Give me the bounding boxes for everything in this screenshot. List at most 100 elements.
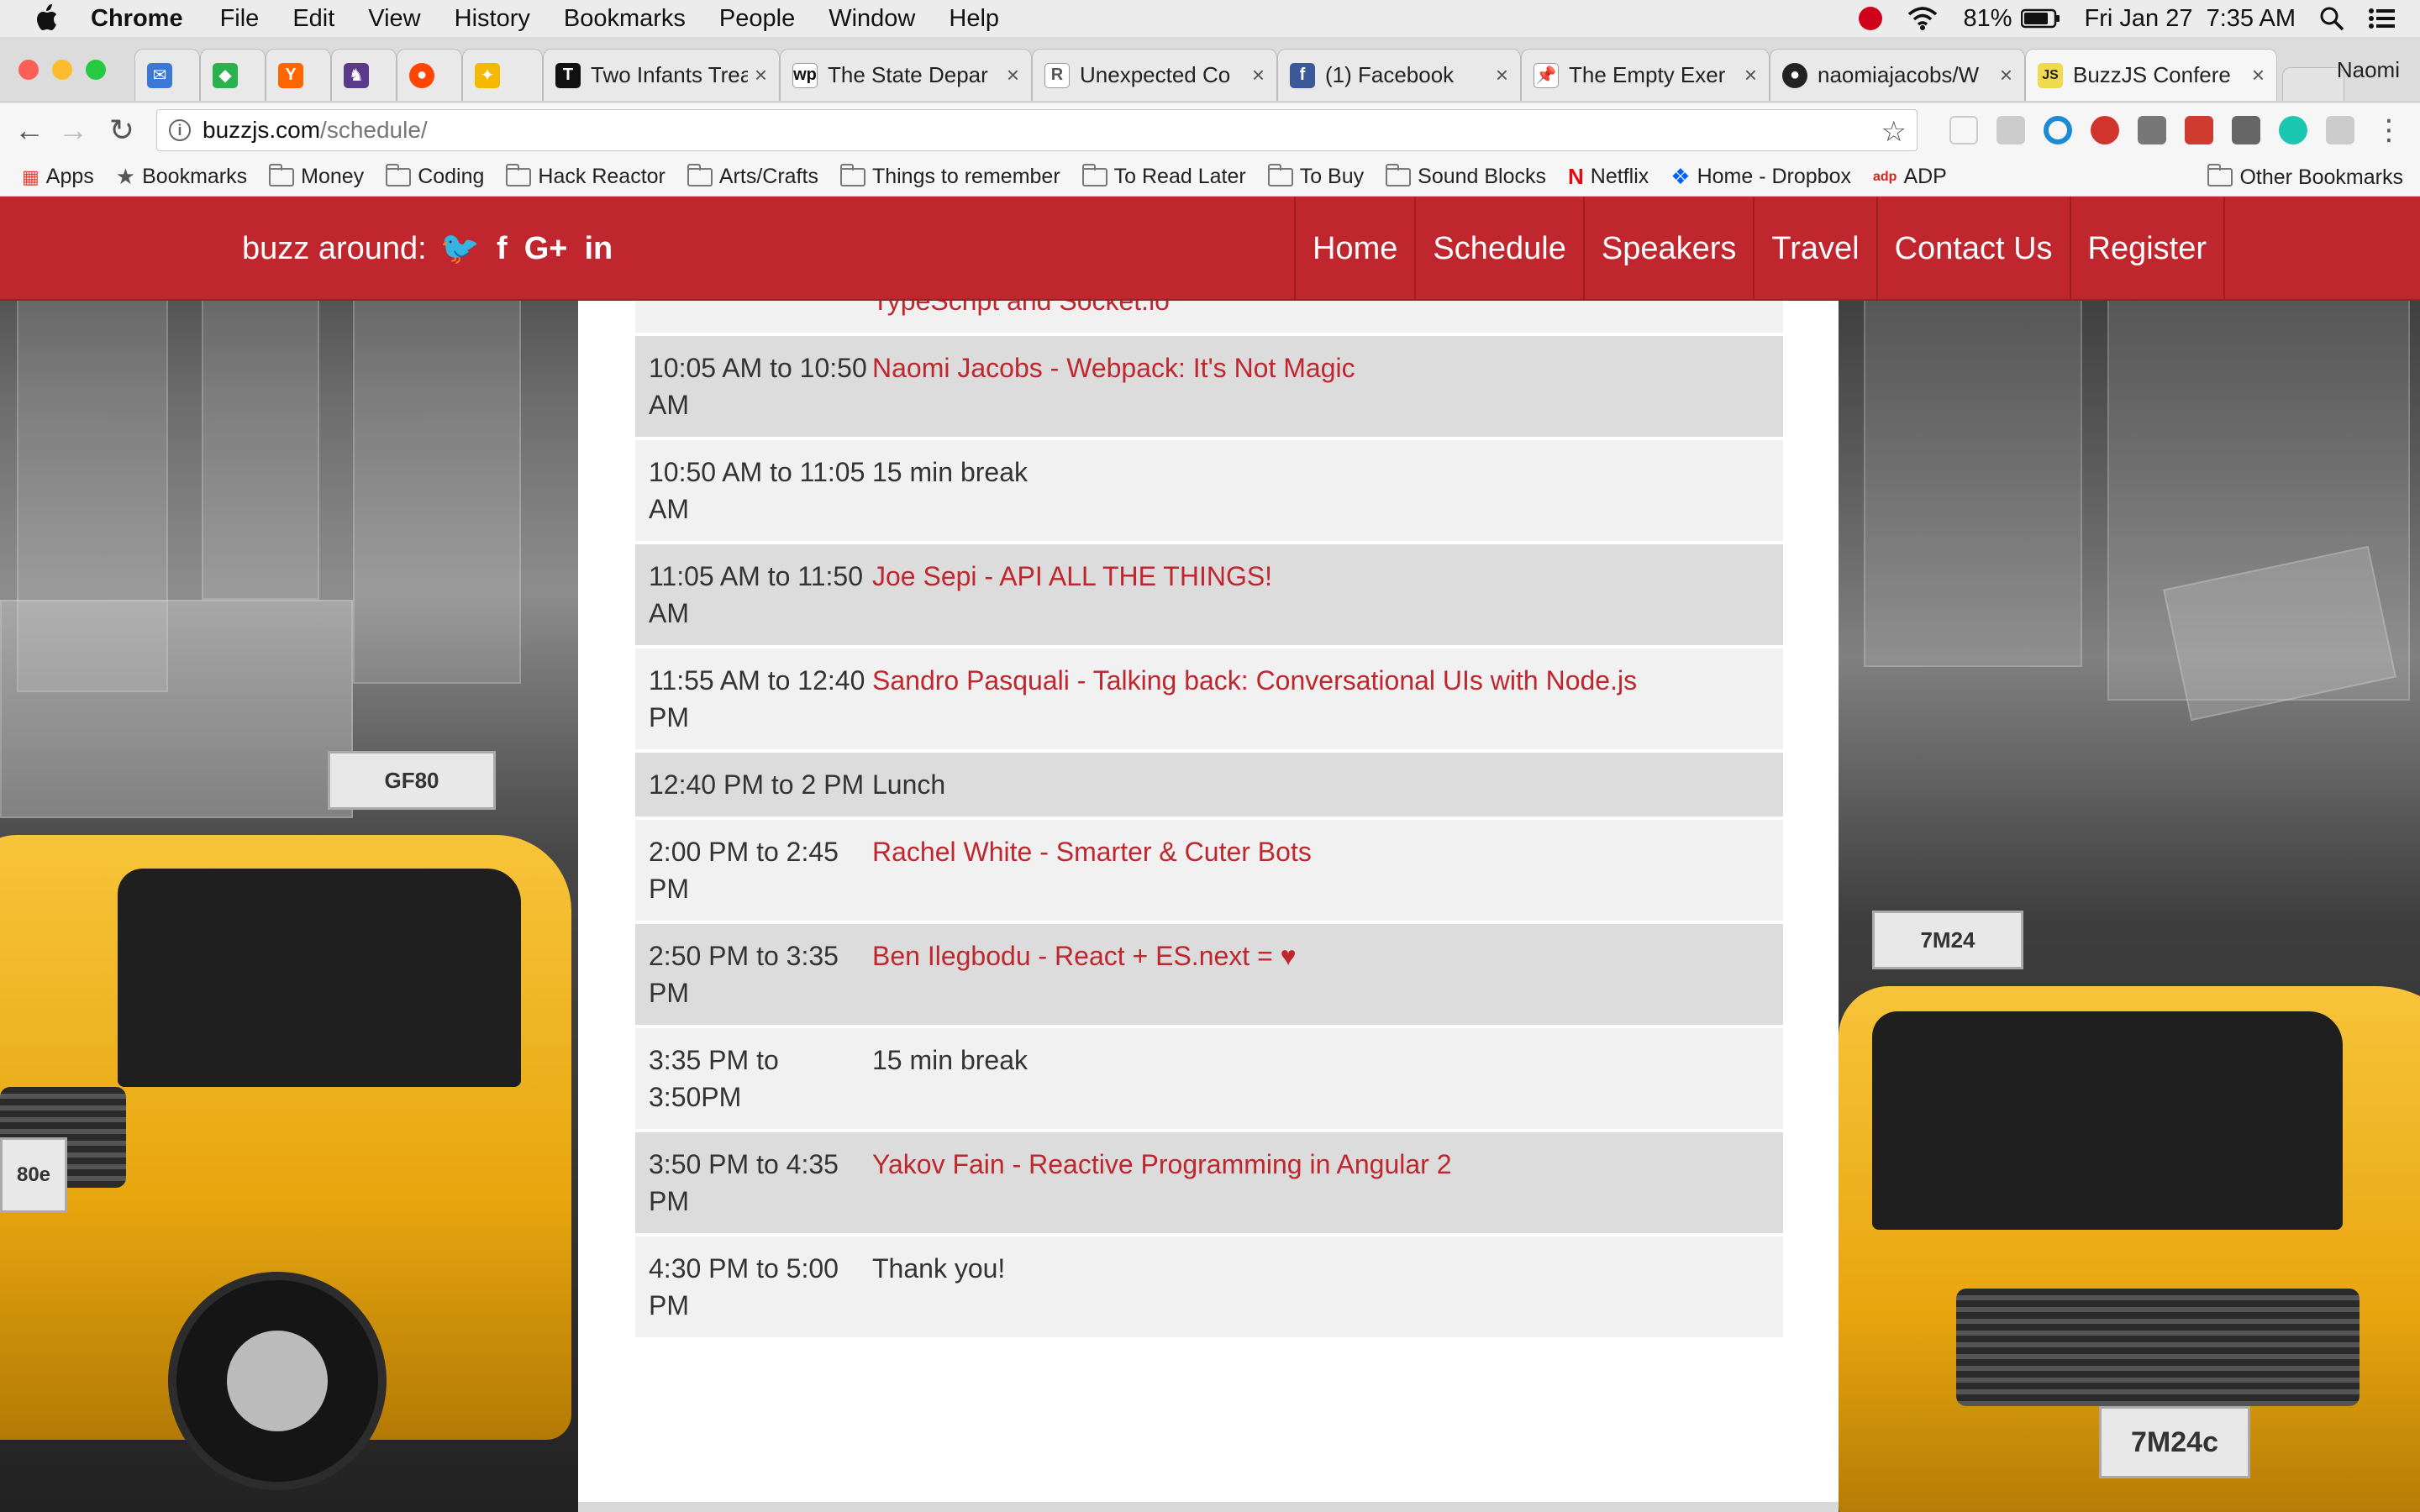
session-talk-link[interactable]: Naomi Jacobs - Webpack: It's Not Magic: [872, 336, 1783, 437]
maximize-window-button[interactable]: [86, 60, 106, 80]
battery-icon[interactable]: [2020, 8, 2061, 29]
close-window-button[interactable]: [18, 60, 39, 80]
menu-bookmarks[interactable]: Bookmarks: [564, 5, 686, 33]
table-row: 3:50 PM to 4:35 PM Yakov Fain - Reactive …: [635, 1132, 1783, 1236]
clock[interactable]: Fri Jan 27 7:35 AM: [2085, 5, 2296, 33]
forward-button[interactable]: →: [54, 111, 92, 150]
tab-lightbulb[interactable]: ✦: [462, 49, 543, 101]
tab-wolf[interactable]: ♞: [331, 49, 397, 101]
session-talk-link[interactable]: Rachel White - Smarter & Cuter Bots: [872, 820, 1783, 921]
address-bar[interactable]: i buzzjs.com/schedule/ ☆: [156, 109, 1918, 151]
tab-reddit[interactable]: ●: [397, 49, 462, 101]
site-info-icon[interactable]: i: [169, 119, 191, 141]
tab-strip: ✉ ◆ Y ♞ ● ✦ T Two Infants Trea × wp The …: [0, 37, 2420, 102]
bookmark-label: Arts/Crafts: [718, 165, 818, 188]
tab-github[interactable]: ● naomiajacobs/W ×: [1770, 49, 2025, 101]
apple-icon[interactable]: [34, 3, 62, 34]
tab-feedly[interactable]: ◆: [200, 49, 266, 101]
close-tab-icon[interactable]: ×: [2000, 62, 2012, 88]
close-tab-icon[interactable]: ×: [1744, 62, 1757, 88]
circle-extension-icon[interactable]: [2044, 116, 2072, 144]
bookmark-arts-crafts[interactable]: Arts/Crafts: [687, 163, 818, 189]
minimize-window-button[interactable]: [52, 60, 72, 80]
dropbox-extension-icon[interactable]: [1996, 116, 2025, 144]
session-talk-link[interactable]: Sandro Pasquali - Talking back: Conversa…: [872, 648, 1783, 749]
google-plus-icon[interactable]: G+: [524, 231, 568, 267]
extension-blank-icon[interactable]: [1949, 116, 1978, 144]
nav-register[interactable]: Register: [2069, 197, 2226, 301]
tab-empty-exercise[interactable]: 📌 The Empty Exer ×: [1521, 49, 1770, 101]
bookmark-label: Apps: [45, 165, 94, 188]
bookmark-hack-reactor[interactable]: Hack Reactor: [506, 163, 666, 189]
tab-unexpected[interactable]: R Unexpected Co ×: [1032, 49, 1277, 101]
menu-edit[interactable]: Edit: [292, 5, 334, 33]
nav-home[interactable]: Home: [1294, 197, 1414, 301]
close-tab-icon[interactable]: ×: [2252, 62, 2265, 88]
nav-contact-us[interactable]: Contact Us: [1876, 197, 2070, 301]
tab-title: The State Depar: [828, 62, 988, 87]
app-menu-chrome[interactable]: Chrome: [91, 5, 183, 33]
mail-extension-icon[interactable]: [2138, 116, 2166, 144]
wifi-icon[interactable]: [1906, 6, 1939, 31]
tab-wapo[interactable]: wp The State Depar ×: [780, 49, 1032, 101]
tab-buzzjs[interactable]: JS BuzzJS Confere ×: [2025, 49, 2277, 101]
close-tab-icon[interactable]: ×: [1496, 62, 1508, 88]
bookmark-label: To Read Later: [1113, 165, 1246, 188]
linkedin-icon[interactable]: in: [584, 231, 613, 267]
menu-history[interactable]: History: [455, 5, 530, 33]
session-talk-link[interactable]: Ben Ilegbodu - React + ES.next = ♥: [872, 924, 1783, 1025]
twitter-icon[interactable]: 🐦: [440, 230, 480, 267]
close-tab-icon[interactable]: ×: [1007, 62, 1019, 88]
session-time: 10:50 AM to 11:05 AM: [649, 457, 865, 524]
reload-button[interactable]: ↻: [103, 111, 141, 150]
session-talk-link[interactable]: Yakov Fain - Reactive Programming in Ang…: [872, 1132, 1783, 1233]
red-extension-icon[interactable]: [2185, 116, 2213, 144]
bookmark-money[interactable]: Money: [269, 163, 364, 189]
recording-icon[interactable]: [1859, 7, 1883, 30]
bookmark-sound-blocks[interactable]: Sound Blocks: [1386, 163, 1547, 189]
profile-name[interactable]: Naomi: [2337, 57, 2400, 83]
spotlight-search-icon[interactable]: [2319, 6, 2344, 31]
background-photo-right: 7M24 7M24c: [1839, 197, 2420, 1512]
grey-extension-icon[interactable]: [2326, 116, 2354, 144]
bookmark-netflix[interactable]: N Netflix: [1568, 164, 1649, 190]
close-tab-icon[interactable]: ×: [1252, 62, 1265, 88]
bookmark-label: Sound Blocks: [1418, 165, 1547, 188]
close-tab-icon[interactable]: ×: [755, 62, 767, 88]
bookmark-to-buy[interactable]: To Buy: [1267, 163, 1364, 189]
bulb-extension-icon[interactable]: [2232, 116, 2260, 144]
nav-travel[interactable]: Travel: [1753, 197, 1876, 301]
menu-window[interactable]: Window: [829, 5, 915, 33]
menu-view[interactable]: View: [368, 5, 420, 33]
tab-mail[interactable]: ✉: [134, 49, 200, 101]
menu-people[interactable]: People: [719, 5, 795, 33]
browser-toolbar: ← → ↻ i buzzjs.com/schedule/ ☆ ⋮: [0, 102, 2420, 158]
session-time: 11:05 AM to 11:50 AM: [649, 561, 863, 628]
nav-schedule[interactable]: Schedule: [1414, 197, 1582, 301]
teal-extension-icon[interactable]: [2279, 116, 2307, 144]
bookmark-adp[interactable]: adp ADP: [1873, 165, 1947, 189]
notification-center-icon[interactable]: [2368, 7, 2396, 30]
tab-title: Unexpected Co: [1080, 62, 1231, 87]
bookmark-dropbox[interactable]: ❖ Home - Dropbox: [1670, 164, 1851, 190]
bookmark-other-bookmarks[interactable]: Other Bookmarks: [2207, 164, 2403, 190]
bookmark-bookmarks[interactable]: ★ Bookmarks: [116, 164, 247, 190]
bookmark-star-icon[interactable]: ☆: [1881, 115, 1907, 149]
bookmark-to-read-later[interactable]: To Read Later: [1081, 163, 1246, 189]
tab-facebook[interactable]: f (1) Facebook ×: [1277, 49, 1521, 101]
bookmark-things-to-remember[interactable]: Things to remember: [839, 163, 1060, 189]
menu-file[interactable]: File: [220, 5, 260, 33]
chrome-menu-icon[interactable]: ⋮: [2370, 111, 2408, 150]
tab-nyt[interactable]: T Two Infants Trea ×: [543, 49, 780, 101]
back-button[interactable]: ←: [10, 111, 49, 150]
folder-icon: [687, 163, 713, 186]
session-talk-link[interactable]: Joe Sepi - API ALL THE THINGS!: [872, 544, 1783, 645]
adblock-extension-icon[interactable]: [2091, 116, 2119, 144]
tab-hacker-news[interactable]: Y: [266, 49, 331, 101]
nav-speakers[interactable]: Speakers: [1582, 197, 1754, 301]
facebook-icon[interactable]: f: [497, 231, 508, 267]
bookmark-apps[interactable]: ▦ Apps: [22, 165, 94, 189]
new-tab-button[interactable]: [2282, 67, 2344, 101]
bookmark-coding[interactable]: Coding: [386, 163, 484, 189]
menu-help[interactable]: Help: [949, 5, 999, 33]
